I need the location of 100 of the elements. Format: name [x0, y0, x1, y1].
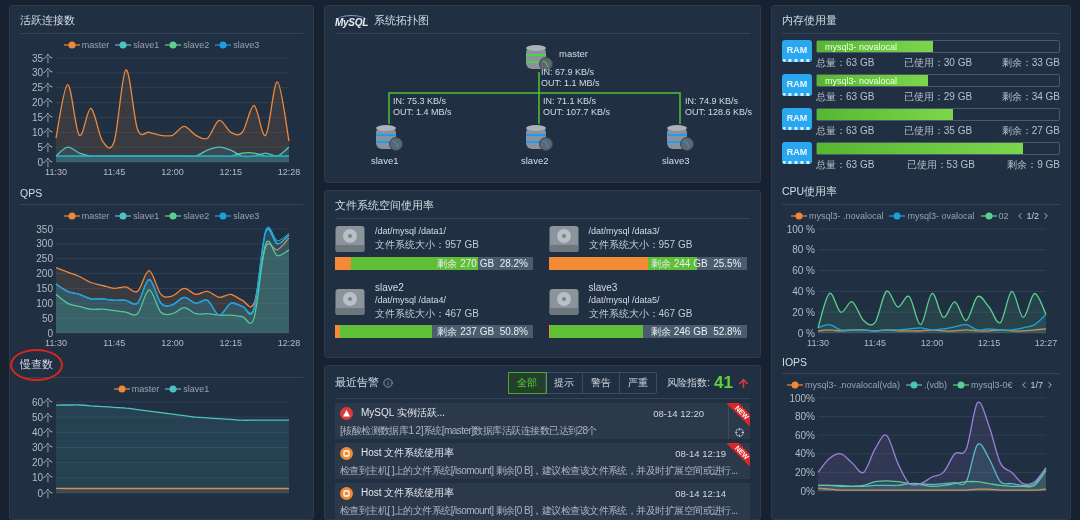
- legend-label[interactable]: 02: [998, 211, 1009, 221]
- legend-label[interactable]: master: [81, 40, 110, 50]
- panel-title: 最近告警: [335, 376, 379, 390]
- legend-marker-icon[interactable]: [63, 212, 80, 220]
- risk-label: 风险指数:: [667, 376, 711, 390]
- axis-label: 15个: [31, 111, 53, 123]
- memory-total: 总量：63 GB: [816, 90, 875, 104]
- traffic-label: IN: 67.9 KB/s OUT: 1.1 MB/s: [541, 67, 600, 89]
- legend-marker-icon[interactable]: [115, 41, 132, 49]
- legend-marker-icon[interactable]: [113, 385, 130, 393]
- axis-label: 12:15: [219, 167, 242, 177]
- remaining-label: 剩余 237 GB 50.8%: [437, 325, 528, 338]
- legend-page-indicator: 1/2: [1026, 211, 1040, 221]
- filter-tab[interactable]: 提示: [546, 373, 584, 393]
- axis-label: 11:45: [103, 338, 126, 348]
- axis-label: 12:00: [920, 338, 944, 348]
- axis-label: 11:30: [807, 338, 829, 348]
- ram-chip-icon: RAM: [782, 74, 812, 96]
- traffic-label: IN: 71.1 KB/s OUT: 107.7 KB/s: [543, 96, 611, 118]
- axis-label: 350: [36, 223, 53, 235]
- legend-label[interactable]: mysql3- .novalocal(vda): [804, 380, 900, 390]
- legend-marker-icon[interactable]: [980, 212, 997, 220]
- panel-title: 系统拓扑图: [373, 14, 429, 28]
- alert-time: 08-14 12:19: [675, 447, 726, 459]
- host-name: mysql3- novalocal: [825, 75, 898, 86]
- axis-label: 80%: [795, 411, 815, 423]
- section-title: QPS: [19, 186, 44, 201]
- legend-marker-icon[interactable]: [165, 385, 182, 393]
- legend-marker-icon[interactable]: [215, 41, 232, 49]
- axis-label: 12:28: [277, 167, 301, 177]
- filter-tab[interactable]: 警告: [583, 373, 621, 393]
- legend-label[interactable]: slave3: [233, 211, 260, 221]
- legend-marker-icon[interactable]: [215, 212, 232, 220]
- mount-path: /dat/mysql /data4/: [375, 295, 448, 305]
- axis-label: 0 %: [797, 327, 815, 339]
- legend-label[interactable]: mysql3- ovalocal: [907, 211, 975, 221]
- database-icon[interactable]: [525, 124, 553, 152]
- axis-label: 20个: [31, 457, 53, 469]
- legend-label[interactable]: .(vdb): [924, 380, 947, 390]
- legend-marker-icon[interactable]: [906, 381, 922, 389]
- axis-label: 40%: [795, 448, 815, 460]
- legend-marker-icon[interactable]: [790, 212, 807, 220]
- legend-label[interactable]: slave1: [133, 40, 160, 50]
- axis-label: 60 %: [792, 265, 815, 277]
- mount-path: /dat/mysql /data3/: [588, 226, 661, 236]
- axis-label: 0个: [37, 487, 53, 499]
- axis-label: 80 %: [792, 244, 815, 256]
- axis-label: 30个: [31, 67, 53, 79]
- alert-message: 检查到主机[ ]上的文件系统[/isomount] 剩余[0 B]，建议检查该文件系统，并及时扩展空间或进行...: [340, 504, 739, 518]
- memory-free: 剩余：33 GB: [1001, 56, 1060, 70]
- filter-tab[interactable]: 全部: [509, 373, 547, 393]
- axis-label: 250: [36, 253, 53, 265]
- info-icon[interactable]: [383, 378, 393, 388]
- axis-label: 10个: [31, 472, 53, 484]
- axis-label: 12:00: [161, 338, 184, 348]
- legend-label[interactable]: slave2: [183, 211, 210, 221]
- filesystem-size: 文件系统大小：957 GB: [588, 238, 693, 252]
- axis-label: 60个: [31, 396, 53, 408]
- memory-used: 已使用：30 GB: [903, 56, 973, 70]
- legend-label[interactable]: master: [131, 384, 160, 394]
- risk-value: 41: [714, 373, 733, 393]
- legend-label[interactable]: master: [81, 211, 110, 221]
- memory-free: 剩余：27 GB: [1001, 124, 1060, 138]
- axis-label: 12:27: [1034, 338, 1058, 348]
- traffic-label: IN: 75.3 KB/s OUT: 1.4 MB/s: [393, 96, 452, 118]
- remaining-label: 剩余 270 GB 28.2%: [437, 257, 528, 270]
- host-name: slave2: [375, 282, 405, 293]
- legend-label[interactable]: mysql3-0€: [971, 380, 1013, 390]
- legend-label[interactable]: slave1: [183, 384, 210, 394]
- legend-marker-icon[interactable]: [889, 212, 906, 220]
- legend-marker-icon[interactable]: [115, 212, 132, 220]
- legend-label[interactable]: slave3: [233, 40, 260, 50]
- alert-card[interactable]: Host 文件系统使用率 08-14 12:14 检查到主机[ ]上的文件系统[/isomount] 剩余[0 B]，建议检查该文件系统，并及时扩展空间或进行...: [335, 483, 750, 519]
- axis-label: 200: [36, 268, 53, 280]
- legend-marker-icon[interactable]: [165, 212, 182, 220]
- memory-total: 总量：63 GB: [816, 124, 875, 138]
- node-label: slave2: [521, 155, 549, 166]
- legend-label[interactable]: slave1: [133, 211, 160, 221]
- section-title: CPU使用率: [781, 184, 839, 199]
- node-label: slave3: [662, 155, 690, 166]
- panel-title: 文件系统空间使用率: [335, 199, 434, 213]
- section-title: 内存使用量: [782, 14, 837, 28]
- memory-used: 已使用：29 GB: [903, 90, 973, 104]
- legend-label[interactable]: slave2: [183, 40, 210, 50]
- database-icon[interactable]: [666, 124, 694, 152]
- legend-marker-icon[interactable]: [165, 41, 182, 49]
- remaining-label: 剩余 246 GB 52.8%: [650, 325, 742, 338]
- axis-label: 11:45: [103, 167, 126, 177]
- memory-used: 已使用：35 GB: [903, 124, 973, 138]
- filter-tab[interactable]: 严重: [620, 373, 657, 393]
- axis-label: 0: [47, 327, 53, 339]
- legend-marker-icon[interactable]: [953, 381, 969, 389]
- legend-marker-icon[interactable]: [63, 41, 80, 49]
- pin-button[interactable]: [735, 428, 744, 439]
- axis-label: 0个: [37, 156, 53, 168]
- legend-label[interactable]: mysql3- .novalocal: [808, 211, 884, 221]
- ram-chip-icon: RAM: [782, 108, 812, 130]
- database-icon[interactable]: [375, 124, 403, 152]
- legend-marker-icon[interactable]: [786, 381, 803, 389]
- memory-free: 剩余：9 GB: [1007, 158, 1060, 172]
